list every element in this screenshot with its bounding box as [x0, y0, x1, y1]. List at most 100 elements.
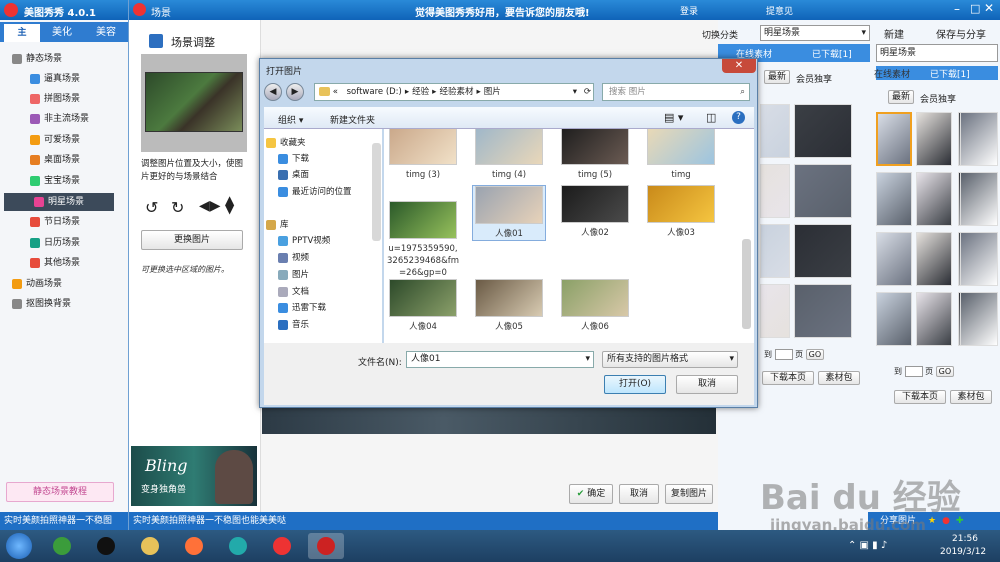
sidebar-item[interactable]: 日历场景 — [0, 234, 118, 252]
nav-item[interactable]: 迅雷下载 — [278, 300, 326, 316]
cancel-button[interactable]: 取消 — [619, 484, 659, 504]
copy-image-button[interactable]: 复制图片 — [665, 484, 713, 504]
filter-new[interactable]: 最新 — [764, 70, 790, 84]
material-thumbnail[interactable] — [760, 164, 790, 218]
forward-icon[interactable]: ▶ — [286, 83, 304, 101]
confirm-button[interactable]: ✔ 确定 — [569, 484, 613, 504]
nav-item[interactable]: 库 — [266, 217, 289, 233]
login-link[interactable]: 登录 — [680, 4, 698, 17]
flip-vertical-icon[interactable]: ▲ ▼ — [225, 194, 234, 215]
new-button[interactable]: 新建 — [884, 26, 904, 41]
replace-image-button[interactable]: 更换图片 — [141, 230, 243, 250]
address-bar[interactable]: « software (D:) ▸ 经验 ▸ 经验素材 ▸ 图片 ▾ ⟳ — [314, 83, 594, 101]
rotate-left-icon[interactable]: ↺ — [145, 198, 158, 217]
material-thumbnail[interactable] — [876, 112, 912, 166]
preview-photo[interactable] — [145, 72, 243, 132]
help-icon[interactable]: ? — [732, 111, 745, 124]
filter-new-2[interactable]: 最新 — [888, 90, 914, 104]
file-item[interactable]: timg (3) — [386, 129, 460, 181]
sidebar-item[interactable]: 可爱场景 — [0, 131, 118, 149]
material-thumbnail[interactable] — [794, 284, 852, 338]
material-thumbnail[interactable] — [794, 224, 852, 278]
nav-item[interactable]: 收藏夹 — [266, 135, 306, 151]
sidebar-item[interactable]: 桌面场景 — [0, 151, 118, 169]
go-button[interactable]: GO — [805, 349, 825, 360]
nav-item[interactable]: 文档 — [278, 284, 309, 300]
organize-button[interactable]: 组织 ▾ — [278, 113, 303, 126]
file-item[interactable]: 人像06 — [558, 279, 632, 333]
search-input[interactable]: 搜索 图片 ⌕ — [602, 83, 750, 101]
nav-item[interactable]: 最近访问的位置 — [278, 184, 352, 200]
file-item[interactable]: 人像04 — [386, 279, 460, 333]
nav-item[interactable]: PPTV视频 — [278, 233, 330, 249]
sidebar-item[interactable]: 其他场景 — [0, 254, 118, 272]
material-thumbnail[interactable] — [960, 172, 998, 226]
clock-time[interactable]: 21:56 — [952, 534, 978, 544]
material-thumbnail[interactable] — [794, 104, 852, 158]
nav-item[interactable]: 下载 — [278, 151, 309, 167]
material-thumbnail[interactable] — [876, 232, 912, 286]
file-item[interactable]: 人像03 — [644, 185, 718, 239]
tutorial-button[interactable]: 静态场景教程 — [6, 482, 114, 502]
file-item[interactable]: 人像02 — [558, 185, 632, 239]
tab-online-2[interactable]: 在线素材 — [874, 67, 910, 80]
filter-vip-2[interactable]: 会员独享 — [920, 92, 956, 105]
open-button[interactable]: 打开(O) — [604, 375, 666, 394]
tab-beautify[interactable]: 美化 — [44, 25, 80, 41]
sidebar-item[interactable]: 明星场景 — [4, 193, 114, 211]
feedback-link[interactable]: 提意见 — [766, 4, 793, 17]
sidebar-item[interactable]: 拼图场景 — [0, 90, 118, 108]
filter-vip[interactable]: 会员独享 — [796, 72, 832, 85]
file-item[interactable]: timg (4) — [472, 129, 546, 181]
material-thumbnail[interactable] — [794, 164, 852, 218]
sidebar-item[interactable]: 逼真场景 — [0, 70, 118, 88]
material-thumbnail[interactable] — [960, 232, 998, 286]
scene-canvas[interactable] — [262, 404, 716, 434]
material-thumbnail[interactable] — [916, 172, 952, 226]
sidebar-item[interactable]: 非主流场景 — [0, 110, 118, 128]
refresh-icon[interactable]: ⟳ — [584, 84, 591, 100]
close-app-icon[interactable]: ✕ — [984, 1, 994, 15]
taskbar-app[interactable] — [264, 533, 300, 559]
download-page-button[interactable]: 下载本页 — [762, 371, 814, 385]
save-share-button[interactable]: 保存与分享 — [936, 26, 986, 41]
material-thumbnail[interactable] — [876, 172, 912, 226]
scene-preview[interactable] — [141, 54, 247, 152]
taskbar-app[interactable] — [308, 533, 344, 559]
page-input-2[interactable] — [904, 366, 923, 377]
filetype-select[interactable]: 所有支持的图片格式 ▾ — [602, 351, 738, 368]
taskbar-app[interactable] — [220, 533, 256, 559]
pack-button-2[interactable]: 素材包 — [950, 390, 992, 404]
file-scrollbar[interactable] — [742, 239, 751, 329]
taskbar-app[interactable] — [88, 533, 124, 559]
nav-item[interactable]: 图片 — [278, 267, 309, 283]
nav-item[interactable]: 音乐 — [278, 317, 309, 333]
go-button-2[interactable]: GO — [935, 366, 955, 377]
download-page-button-2[interactable]: 下载本页 — [894, 390, 946, 404]
sidebar-item[interactable]: 抠图换背景 — [0, 295, 118, 313]
taskbar-app[interactable] — [132, 533, 168, 559]
tab-home[interactable]: 主 — [4, 24, 40, 42]
promo-banner[interactable]: Bling 变身独角兽 — [131, 446, 257, 506]
tab-beauty[interactable]: 美容 — [88, 25, 124, 41]
material-thumbnail[interactable] — [916, 112, 952, 166]
dialog-close-button[interactable]: ✕ — [722, 59, 756, 73]
category-select-2[interactable]: 明星场景 — [876, 44, 998, 62]
file-item[interactable]: 人像05 — [472, 279, 546, 333]
maximize-icon[interactable]: □ — [970, 2, 980, 15]
pack-button[interactable]: 素材包 — [818, 371, 860, 385]
material-thumbnail[interactable] — [916, 292, 952, 346]
tab-downloaded[interactable]: 已下载[1] — [812, 47, 852, 60]
material-thumbnail[interactable] — [760, 284, 790, 338]
nav-scrollbar[interactable] — [372, 143, 381, 241]
taskbar-app[interactable] — [44, 533, 80, 559]
page-input[interactable] — [774, 349, 793, 360]
back-icon[interactable]: ◀ — [264, 83, 282, 101]
material-thumbnail[interactable] — [876, 292, 912, 346]
new-folder-button[interactable]: 新建文件夹 — [330, 113, 375, 126]
flip-horizontal-icon[interactable]: ◀▶ — [199, 198, 221, 214]
tray-icons[interactable]: ⌃ ▣ ▮ ♪ — [848, 540, 887, 551]
sidebar-item[interactable]: 动画场景 — [0, 275, 118, 293]
sidebar-item[interactable]: 宝宝场景 — [0, 172, 118, 190]
sidebar-item[interactable]: 节日场景 — [0, 213, 118, 231]
